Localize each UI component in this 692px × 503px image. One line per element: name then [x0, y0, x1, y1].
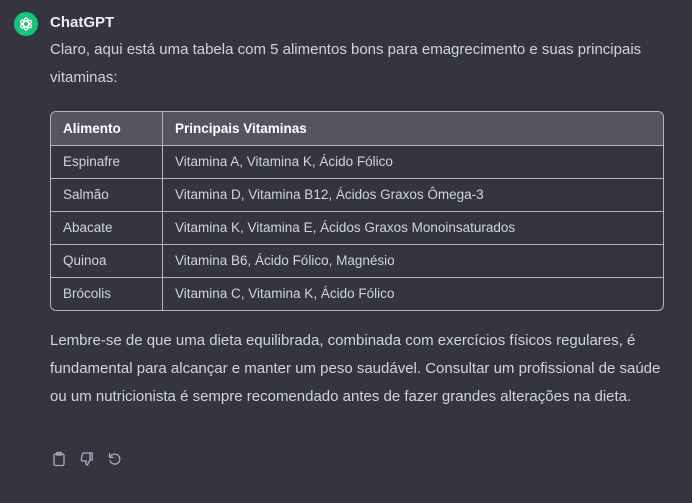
vitamins-cell: Vitamina C, Vitamina K, Ácido Fólico	[162, 277, 663, 310]
clipboard-icon	[53, 451, 65, 467]
food-cell: Espinafre	[51, 145, 163, 179]
table-row: Brócolis Vitamina C, Vitamina K, Ácido F…	[51, 277, 663, 310]
author-name: ChatGPT	[50, 14, 115, 31]
food-cell: Quinoa	[51, 244, 163, 278]
vitamins-cell: Vitamina A, Vitamina K, Ácido Fólico	[162, 145, 663, 179]
dislike-button[interactable]	[78, 450, 96, 468]
vitamins-table: Alimento Principais Vitaminas Espinafre …	[51, 112, 663, 310]
outro-text: Lembre-se de que uma dieta equilibrada, …	[50, 332, 661, 405]
table-row: Quinoa Vitamina B6, Ácido Fólico, Magnés…	[51, 244, 663, 278]
regenerate-button[interactable]	[106, 450, 124, 468]
header-alimento: Alimento	[51, 112, 163, 146]
vitamins-cell: Vitamina B6, Ácido Fólico, Magnésio	[162, 244, 663, 278]
header-vitaminas: Principais Vitaminas	[162, 112, 663, 146]
openai-logo-icon	[14, 12, 38, 36]
food-cell: Brócolis	[51, 277, 163, 310]
thumbs-down-icon	[80, 452, 93, 466]
table-row: Abacate Vitamina K, Vitamina E, Ácidos G…	[51, 211, 663, 245]
table-header-row: Alimento Principais Vitaminas	[51, 112, 663, 146]
message-actions	[50, 450, 124, 468]
assistant-message: ChatGPT Claro, aqui está uma tabela com …	[0, 0, 692, 503]
table-row: Espinafre Vitamina A, Vitamina K, Ácido …	[51, 145, 663, 179]
food-cell: Salmão	[51, 178, 163, 212]
table-row: Salmão Vitamina D, Vitamina B12, Ácidos …	[51, 178, 663, 212]
regenerate-icon	[108, 453, 121, 465]
vitamins-cell: Vitamina D, Vitamina B12, Ácidos Graxos …	[162, 178, 663, 212]
copy-button[interactable]	[50, 450, 68, 468]
message-content: Claro, aqui está uma tabela com 5 alimen…	[50, 36, 670, 411]
vitamins-table-wrapper: Alimento Principais Vitaminas Espinafre …	[50, 111, 664, 311]
vitamins-cell: Vitamina K, Vitamina E, Ácidos Graxos Mo…	[162, 211, 663, 245]
intro-text: Claro, aqui está uma tabela com 5 alimen…	[50, 41, 642, 86]
food-cell: Abacate	[51, 211, 163, 245]
